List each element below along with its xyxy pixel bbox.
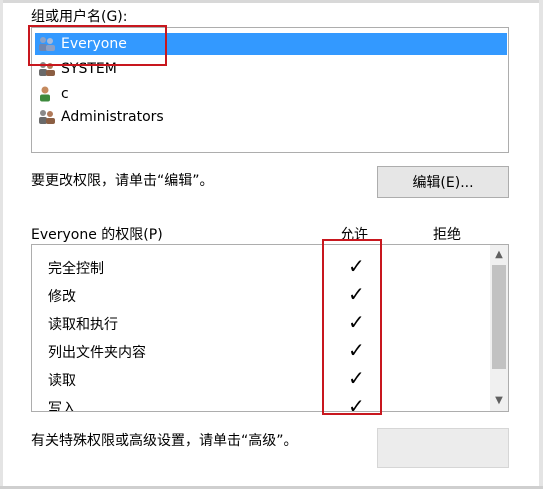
permission-row: 列出文件夹内容 ✓ [32,337,490,365]
list-item-administrators[interactable]: Administrators [37,106,164,128]
permission-name: 列出文件夹内容 [48,345,146,361]
list-item-label: Administrators [61,109,164,125]
advanced-button[interactable] [377,428,509,468]
list-item-label: c [61,86,69,102]
user-icon [40,86,50,102]
column-deny-header: 拒绝 [433,227,461,243]
scrollbar-thumb[interactable] [492,265,506,369]
permission-name: 读取 [48,373,76,389]
group-icon [39,110,55,124]
list-item-user[interactable]: c [37,83,69,105]
permission-row: 完全控制 ✓ [32,253,490,281]
groups-label: 组或用户名(G): [31,9,128,25]
permission-row: 写入 ✓ [32,393,490,412]
annotation-highlight-allow-column [322,239,382,415]
vertical-scrollbar[interactable]: ▲ ▼ [490,245,508,411]
edit-button[interactable]: 编辑(E)... [377,166,509,198]
permission-row: 修改 ✓ [32,281,490,309]
advanced-hint-text: 有关特殊权限或高级设置，请单击“高级”。 [31,433,298,449]
permissions-title: Everyone 的权限(P) [31,227,163,243]
permission-name: 读取和执行 [48,317,118,333]
edit-hint-text: 要更改权限，请单击“编辑”。 [31,173,214,189]
window-frame-top [0,0,543,3]
window-frame-left [0,0,3,489]
annotation-highlight-everyone [28,25,167,66]
permission-name: 修改 [48,289,76,305]
permission-row: 读取 ✓ [32,365,490,393]
permissions-list[interactable]: 完全控制 ✓ 修改 ✓ 读取和执行 ✓ 列出文件夹内容 ✓ 读取 ✓ 写入 ✓ … [31,244,509,412]
scroll-up-arrow-icon[interactable]: ▲ [493,248,505,262]
permission-row: 读取和执行 ✓ [32,309,490,337]
scroll-down-arrow-icon[interactable]: ▼ [493,394,505,408]
permission-name: 写入 [48,401,76,412]
permission-name: 完全控制 [48,261,104,277]
window-frame-right [539,0,543,489]
